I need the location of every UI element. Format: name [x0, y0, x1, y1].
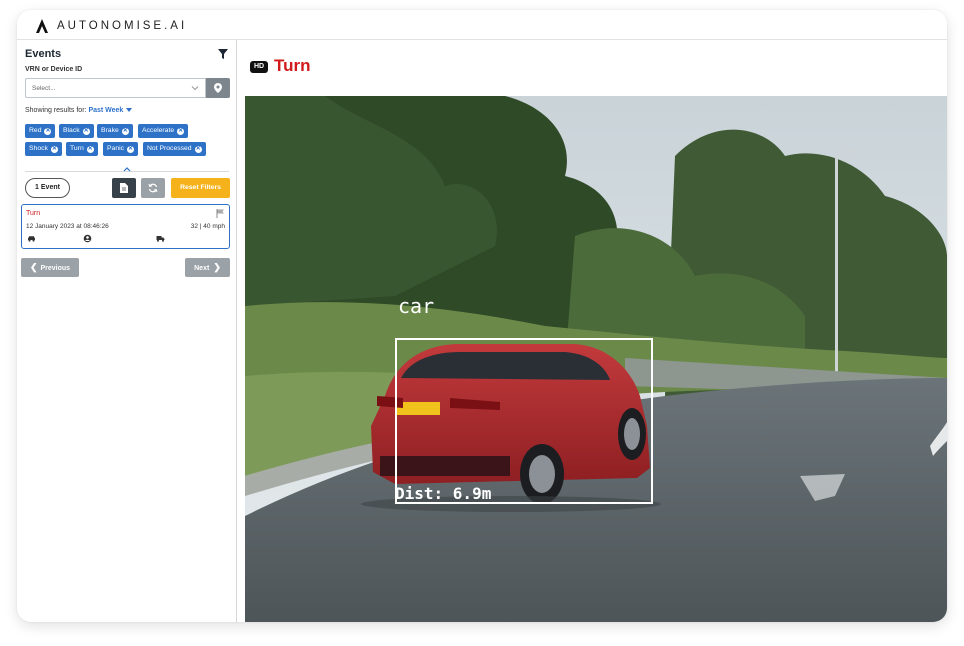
remove-chip-icon[interactable]: ✕: [44, 128, 52, 135]
period-dropdown[interactable]: Past Week: [88, 107, 133, 114]
top-bar: AUTONOMISE.AI: [17, 10, 947, 40]
chip-label: Red: [29, 127, 42, 134]
results-period: Showing results for: Past Week: [25, 107, 133, 114]
event-datetime: 12 January 2023 at 08:46:26: [26, 223, 109, 230]
remove-chip-icon[interactable]: ✕: [86, 146, 94, 153]
refresh-icon: [148, 183, 158, 193]
chip-label: Accelerate: [142, 127, 175, 134]
car-icon: [28, 236, 35, 242]
refresh-button[interactable]: [141, 178, 165, 198]
filter-chip-turn[interactable]: Turn ✕: [66, 142, 98, 156]
dashcam-video[interactable]: car Dist: 6.9m: [245, 96, 947, 622]
vrn-select-placeholder: Select...: [32, 85, 56, 92]
event-detail-panel: HD Turn car Dist: 6.9m: [238, 40, 947, 622]
collapse-filters-icon[interactable]: [123, 166, 131, 172]
chip-label: Black: [63, 127, 80, 134]
brand-logo[interactable]: AUTONOMISE.AI: [33, 17, 187, 35]
sidebar-header: Events: [25, 48, 229, 64]
hd-badge[interactable]: HD: [250, 61, 268, 73]
remove-chip-icon[interactable]: ✕: [127, 146, 135, 153]
events-sidebar: Events VRN or Device ID Select... Showin…: [17, 40, 237, 622]
remove-chip-icon[interactable]: ✕: [82, 128, 90, 135]
map-pin-icon: [214, 83, 222, 93]
event-list-item[interactable]: Turn 12 January 2023 at 08:46:26 32 | 40…: [21, 204, 230, 249]
chip-label: Not Processed: [147, 145, 192, 152]
document-icon: [120, 183, 128, 193]
previous-label: Previous: [40, 265, 71, 272]
event-speed: 32 | 40 mph: [190, 223, 225, 230]
sidebar-title: Events: [25, 48, 62, 60]
driver-icon: [83, 234, 92, 243]
brand-name: AUTONOMISE.AI: [57, 20, 188, 32]
results-prefix: Showing results for:: [25, 107, 87, 114]
chevron-down-icon: [191, 86, 199, 91]
filter-chip-accelerate[interactable]: Accelerate ✕: [138, 124, 189, 138]
caret-down-icon: [126, 108, 133, 113]
detection-label: car: [398, 294, 435, 318]
remove-chip-icon[interactable]: ✕: [50, 146, 58, 153]
event-type: Turn: [26, 210, 41, 217]
chip-label: Panic: [107, 145, 125, 152]
previous-button[interactable]: ❮ Previous: [21, 258, 79, 277]
filter-chip-red[interactable]: Red ✕: [25, 124, 56, 138]
truck-icon: [156, 236, 165, 242]
next-button[interactable]: Next ❯: [185, 258, 230, 277]
filter-chip-black[interactable]: Black ✕: [59, 124, 94, 138]
next-label: Next: [194, 265, 210, 272]
chip-label: Turn: [70, 145, 84, 152]
chevron-right-icon: ❯: [213, 262, 221, 272]
filter-chip-shock[interactable]: Shock ✕: [25, 142, 62, 156]
app-window: AUTONOMISE.AI Events VRN or Device ID Se…: [17, 10, 947, 622]
flag-icon[interactable]: [216, 209, 225, 218]
detection-bounding-box: [395, 338, 653, 504]
filter-chip-brake[interactable]: Brake ✕: [97, 124, 133, 138]
remove-chip-icon[interactable]: ✕: [177, 128, 185, 135]
remove-chip-icon[interactable]: ✕: [121, 128, 129, 135]
filter-icon[interactable]: [217, 48, 229, 60]
remove-chip-icon[interactable]: ✕: [194, 146, 202, 153]
locate-button[interactable]: [206, 78, 230, 98]
event-title: Turn: [274, 56, 311, 75]
chip-label: Brake: [101, 127, 119, 134]
event-count-badge: 1 Event: [25, 178, 70, 198]
filter-chip-panic[interactable]: Panic ✕: [103, 142, 139, 156]
period-value: Past Week: [88, 107, 124, 114]
vrn-device-select[interactable]: Select...: [25, 78, 206, 98]
autonomise-logo-icon: [36, 19, 48, 34]
chevron-left-icon: ❮: [29, 262, 38, 272]
filter-chip-not-processed[interactable]: Not Processed ✕: [143, 142, 206, 156]
chip-label: Shock: [29, 145, 48, 152]
reset-filters-button[interactable]: Reset Filters: [171, 178, 230, 198]
export-report-button[interactable]: [112, 178, 136, 198]
detection-distance: Dist: 6.9m: [395, 484, 492, 503]
vrn-label: VRN or Device ID: [25, 66, 83, 73]
